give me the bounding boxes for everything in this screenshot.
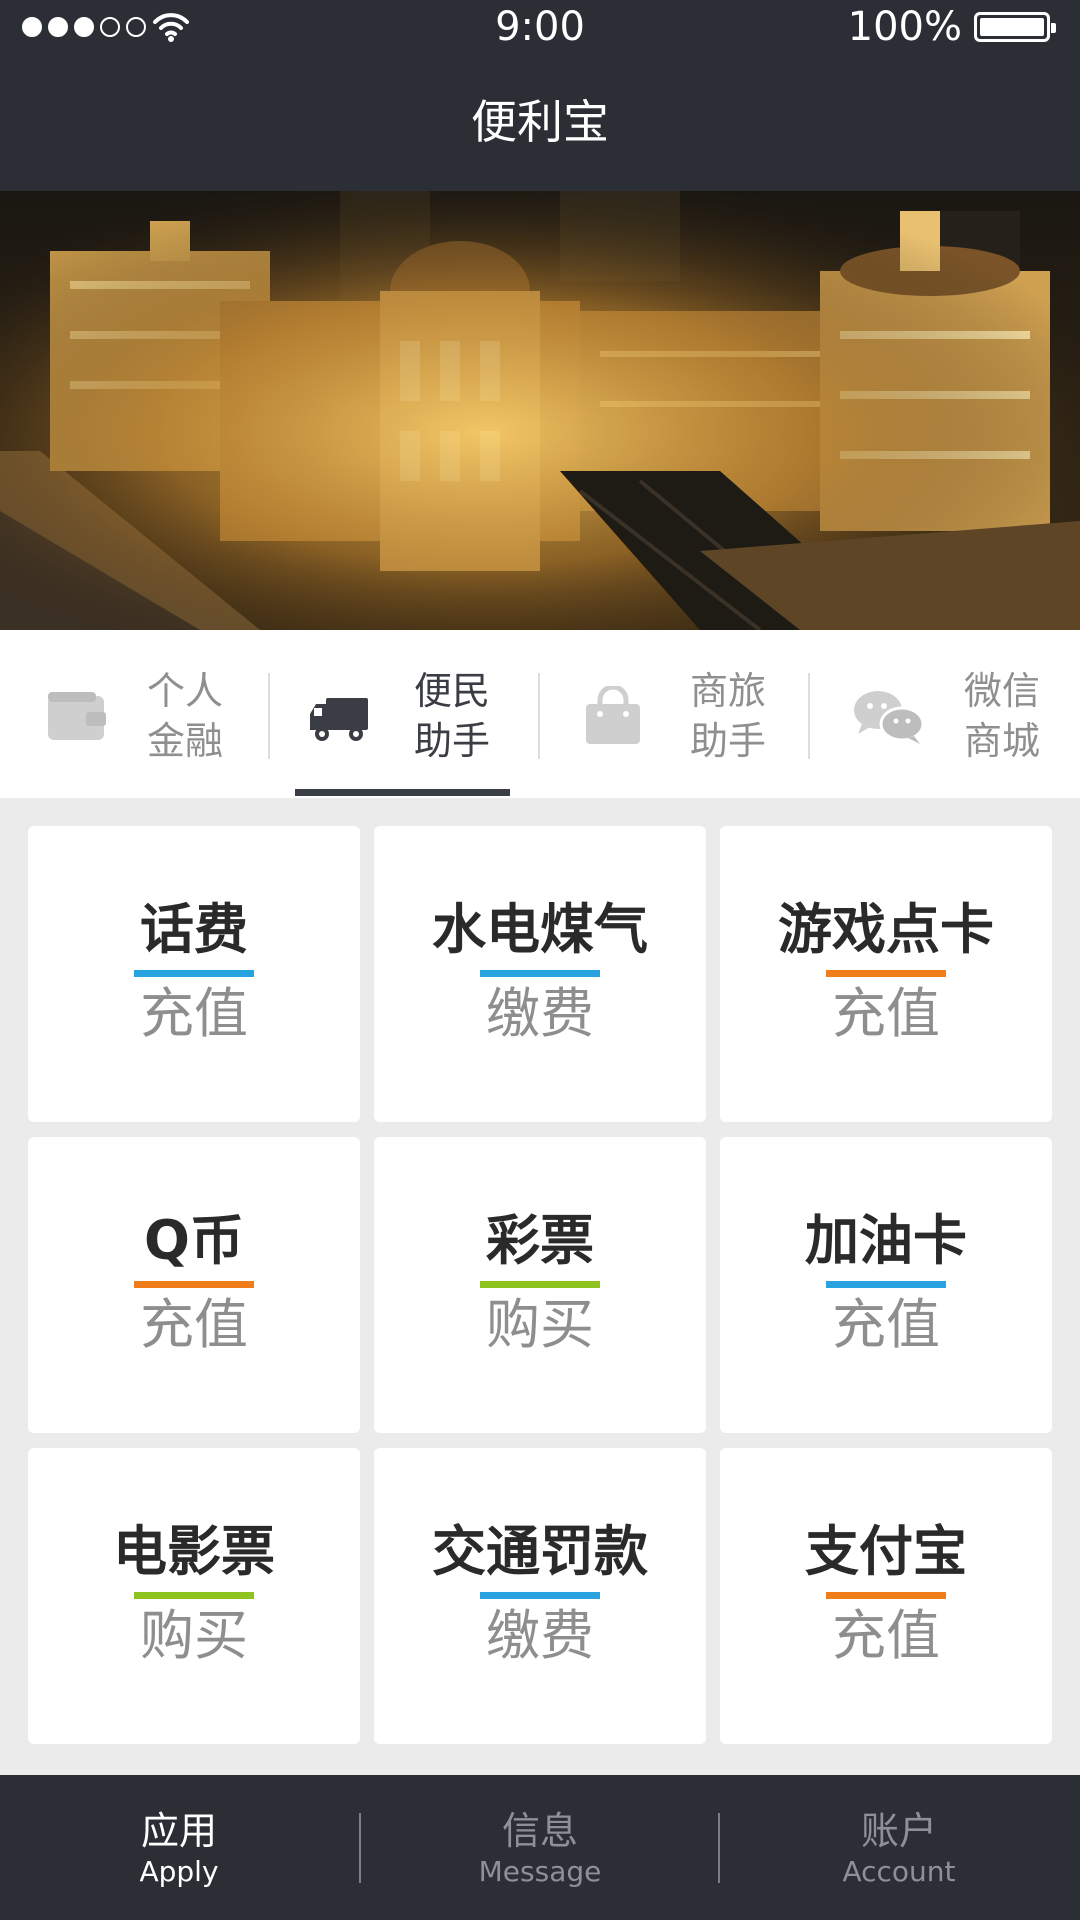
tab-label-en: Apply <box>139 1855 219 1888</box>
category-tab-assistant[interactable]: 便民 助手 <box>270 630 540 798</box>
service-title: 电影票 <box>113 1520 275 1583</box>
category-label-line2: 助手 <box>689 719 766 763</box>
service-title: Q币 <box>144 1209 244 1272</box>
battery-percent: 100% <box>847 4 962 50</box>
category-label-line1: 微信 <box>963 669 1040 713</box>
active-tab-indicator <box>295 789 510 796</box>
service-tile-game-cards[interactable]: 游戏点卡 充值 <box>720 826 1052 1122</box>
bottom-tab-bar: 应用 Apply 信息 Message 账户 Account <box>0 1775 1080 1920</box>
service-title: 话费 <box>140 898 248 961</box>
service-tile-traffic-fines[interactable]: 交通罚款 缴费 <box>374 1448 706 1744</box>
shopping-bag-icon <box>586 686 640 744</box>
wechat-icon <box>854 691 925 744</box>
service-grid: 话费 充值 水电煤气 缴费 游戏点卡 充值 Q币 充值 彩票 购买 加油卡 充值… <box>28 826 1052 1745</box>
category-label-line2: 助手 <box>413 719 490 763</box>
navigation-bar: 便利宝 <box>0 54 1080 191</box>
service-tile-movie-tickets[interactable]: 电影票 购买 <box>28 1448 360 1744</box>
service-action: 充值 <box>832 982 940 1045</box>
category-label-line2: 金融 <box>146 719 223 763</box>
tab-label-en: Message <box>478 1855 602 1888</box>
service-action: 购买 <box>486 1293 594 1356</box>
service-title: 游戏点卡 <box>778 898 994 961</box>
tab-apply[interactable]: 应用 Apply <box>0 1775 358 1920</box>
category-label-line1: 便民 <box>413 669 490 713</box>
category-tab-finance[interactable]: 个人 金融 <box>0 630 270 798</box>
tab-label-zh: 信息 <box>501 1809 578 1853</box>
category-tabs: 个人 金融 便民 助手 商旅 助手 微信 商城 <box>0 630 1080 798</box>
tab-account[interactable]: 账户 Account <box>720 1775 1078 1920</box>
service-tile-lottery[interactable]: 彩票 购买 <box>374 1137 706 1433</box>
service-title: 交通罚款 <box>432 1520 648 1583</box>
service-action: 充值 <box>140 1293 248 1356</box>
service-action: 充值 <box>832 1604 940 1667</box>
service-tile-fuel-card[interactable]: 加油卡 充值 <box>720 1137 1052 1433</box>
status-bar: 9:00 100% <box>0 0 1080 54</box>
service-action: 缴费 <box>486 982 594 1045</box>
service-tile-phone-topup[interactable]: 话费 充值 <box>28 826 360 1122</box>
category-tab-travel[interactable]: 商旅 助手 <box>540 630 810 798</box>
service-title: 加油卡 <box>805 1209 967 1272</box>
tab-label-en: Account <box>842 1855 956 1888</box>
tab-message[interactable]: 信息 Message <box>361 1775 719 1920</box>
tab-label-zh: 账户 <box>860 1809 937 1853</box>
page-title: 便利宝 <box>471 95 609 149</box>
service-title: 支付宝 <box>805 1520 967 1583</box>
banner-image[interactable] <box>0 191 1080 630</box>
category-label-line1: 个人 <box>146 669 223 713</box>
service-action: 充值 <box>140 982 248 1045</box>
service-tile-alipay[interactable]: 支付宝 充值 <box>720 1448 1052 1744</box>
wallet-icon <box>48 692 106 740</box>
service-tile-utilities[interactable]: 水电煤气 缴费 <box>374 826 706 1122</box>
battery-icon <box>974 12 1056 42</box>
service-tile-q-coin[interactable]: Q币 充值 <box>28 1137 360 1433</box>
service-action: 购买 <box>140 1604 248 1667</box>
truck-icon <box>310 698 368 741</box>
service-title: 彩票 <box>486 1209 594 1272</box>
night-city-photo <box>0 191 1080 630</box>
service-title: 水电煤气 <box>432 898 648 961</box>
tab-label-zh: 应用 <box>140 1809 217 1853</box>
service-action: 缴费 <box>486 1604 594 1667</box>
category-label-line1: 商旅 <box>689 669 766 713</box>
category-label-line2: 商城 <box>963 719 1040 763</box>
service-action: 充值 <box>832 1293 940 1356</box>
category-tab-wechat-mall[interactable]: 微信 商城 <box>810 630 1080 798</box>
